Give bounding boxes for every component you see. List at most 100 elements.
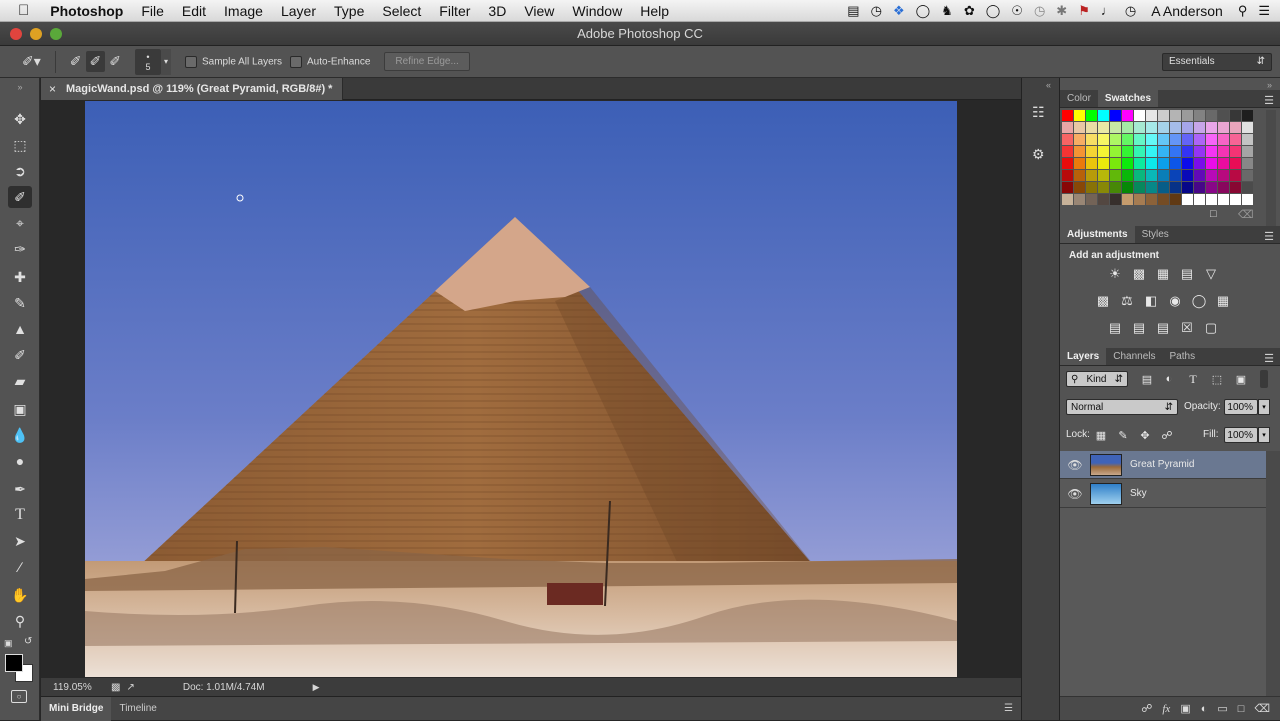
swatch[interactable] <box>1182 158 1193 169</box>
layer-row-sky[interactable]: 👁 Sky <box>1060 480 1266 508</box>
swatch[interactable] <box>1242 170 1253 181</box>
new-adjustment-layer-icon[interactable]: ◐ <box>1201 703 1208 715</box>
levels-icon[interactable]: ▩ <box>1130 266 1148 282</box>
history-icon[interactable]: ◷ <box>1034 3 1045 19</box>
swap-colors-icon[interactable]: ↺ <box>24 636 32 647</box>
layer-row-great-pyramid[interactable]: 👁 Great Pyramid <box>1060 451 1266 479</box>
swatch[interactable] <box>1170 134 1181 145</box>
link-layers-icon[interactable]: ☍ <box>1141 702 1152 715</box>
posterize-icon[interactable]: ▤ <box>1130 320 1148 336</box>
user-name[interactable]: A Anderson <box>1147 3 1227 19</box>
menu-window[interactable]: Window <box>563 3 631 19</box>
swatch[interactable] <box>1074 158 1085 169</box>
minimize-window-button[interactable] <box>30 28 42 40</box>
swatch[interactable] <box>1134 182 1145 193</box>
swatch[interactable] <box>1086 158 1097 169</box>
swatch[interactable] <box>1146 170 1157 181</box>
brightness-contrast-icon[interactable]: ☀ <box>1106 266 1124 282</box>
swatch[interactable] <box>1134 170 1145 181</box>
filter-shape-layers-icon[interactable]: ⬚ <box>1208 371 1226 387</box>
paw-icon[interactable]: ✿ <box>964 3 975 19</box>
swatch[interactable] <box>1074 182 1085 193</box>
tab-paths[interactable]: Paths <box>1163 348 1203 365</box>
swatch[interactable] <box>1122 194 1133 205</box>
share-icon[interactable]: ↗ <box>126 682 134 693</box>
swatch[interactable] <box>1206 194 1217 205</box>
swatch[interactable] <box>1170 110 1181 121</box>
visibility-eye-icon[interactable]: 👁 <box>1060 487 1090 501</box>
new-layer-icon[interactable]: □ <box>1238 703 1245 715</box>
swatch[interactable] <box>1074 194 1085 205</box>
zoom-level[interactable]: 119.05% <box>53 682 103 693</box>
swatch[interactable] <box>1086 110 1097 121</box>
brush-tool-icon[interactable]: ✎ <box>8 292 32 314</box>
swatch[interactable] <box>1170 182 1181 193</box>
hand-tool-icon[interactable]: ✋ <box>8 584 32 606</box>
swatch[interactable] <box>1086 122 1097 133</box>
swatch[interactable] <box>1062 146 1073 157</box>
swatches-scrollbar[interactable] <box>1266 110 1276 228</box>
document-tab[interactable]: × MagicWand.psd @ 119% (Great Pyramid, R… <box>41 78 344 100</box>
swatch[interactable] <box>1098 170 1109 181</box>
swatch[interactable] <box>1122 158 1133 169</box>
swatch[interactable] <box>1182 146 1193 157</box>
color-lookup-icon[interactable]: ▦ <box>1214 293 1232 309</box>
swatch[interactable] <box>1170 170 1181 181</box>
screen-icon[interactable]: ▤ <box>847 3 859 19</box>
close-tab-icon[interactable]: × <box>49 82 56 96</box>
bottom-panel-menu-icon[interactable]: ☰ <box>1004 703 1013 714</box>
color-balance-icon[interactable]: ⚖ <box>1118 293 1136 309</box>
status-menu-arrow-icon[interactable]: ▶ <box>313 682 320 693</box>
swatch[interactable] <box>1110 194 1121 205</box>
channel-mixer-icon[interactable]: ◯ <box>1190 293 1208 309</box>
foreground-color-swatch[interactable] <box>5 654 23 672</box>
tab-swatches[interactable]: Swatches <box>1097 90 1159 107</box>
swatch[interactable] <box>1170 122 1181 133</box>
swatch[interactable] <box>1146 110 1157 121</box>
swatch[interactable] <box>1218 110 1229 121</box>
swatch[interactable] <box>1074 134 1085 145</box>
tab-styles[interactable]: Styles <box>1135 226 1176 243</box>
tab-color[interactable]: Color <box>1060 90 1098 107</box>
crop-tool-icon[interactable]: ⌖ <box>8 212 32 234</box>
menu-view[interactable]: View <box>515 3 563 19</box>
filter-adjustment-layers-icon[interactable]: ◐ <box>1160 371 1178 387</box>
swatch[interactable] <box>1170 146 1181 157</box>
swatch[interactable] <box>1062 122 1073 133</box>
swatch[interactable] <box>1242 122 1253 133</box>
line-tool-icon[interactable]: ∕ <box>8 556 32 578</box>
time-machine-icon[interactable]: ◷ <box>871 3 882 19</box>
delete-layer-icon[interactable]: ⌫ <box>1254 702 1270 715</box>
swatch[interactable] <box>1218 170 1229 181</box>
lock-all-icon[interactable]: ☍ <box>1158 427 1176 443</box>
swatch[interactable] <box>1134 146 1145 157</box>
new-swatch-icon[interactable]: □ <box>1210 208 1217 220</box>
menu-app-name[interactable]: Photoshop <box>41 3 132 19</box>
default-colors-icon[interactable]: ▣ <box>4 638 13 649</box>
collapse-dock-icon[interactable]: « <box>1046 80 1051 90</box>
tab-mini-bridge[interactable]: Mini Bridge <box>41 696 112 721</box>
swatch[interactable] <box>1086 182 1097 193</box>
tab-timeline[interactable]: Timeline <box>111 697 164 721</box>
layer-name[interactable]: Great Pyramid <box>1130 459 1194 470</box>
menu-select[interactable]: Select <box>373 3 430 19</box>
menu-image[interactable]: Image <box>215 3 272 19</box>
swatches-grid[interactable] <box>1062 110 1257 206</box>
black-white-icon[interactable]: ◧ <box>1142 293 1160 309</box>
status-info-icon[interactable]: ▩ <box>111 682 120 693</box>
accessibility-icon[interactable]: ☉ <box>1011 3 1023 19</box>
swatch[interactable] <box>1206 146 1217 157</box>
type-tool-icon[interactable]: T <box>8 504 32 526</box>
visibility-eye-icon[interactable]: 👁 <box>1060 458 1090 472</box>
swatch[interactable] <box>1122 122 1133 133</box>
eyedropper-tool-icon[interactable]: ✑ <box>8 238 32 260</box>
swatch[interactable] <box>1098 110 1109 121</box>
swatch[interactable] <box>1170 158 1181 169</box>
swatch[interactable] <box>1242 146 1253 157</box>
invert-icon[interactable]: ▤ <box>1106 320 1124 336</box>
sample-all-layers-checkbox[interactable]: Sample All Layers <box>184 55 282 68</box>
workspace-switcher[interactable]: Essentials ⇵ <box>1162 52 1272 71</box>
menu-help[interactable]: Help <box>631 3 678 19</box>
clone-stamp-tool-icon[interactable]: ▲ <box>8 318 32 340</box>
swatch[interactable] <box>1194 182 1205 193</box>
